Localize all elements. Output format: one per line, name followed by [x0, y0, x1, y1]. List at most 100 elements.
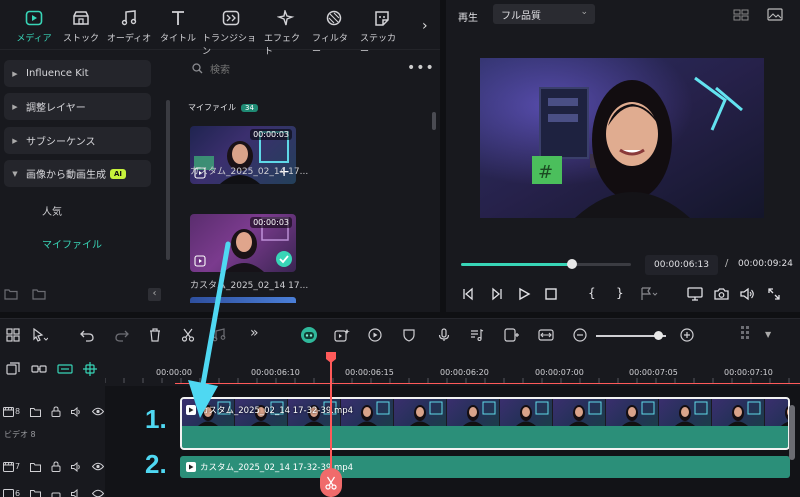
- clip-frame-thumbnail: [765, 399, 788, 426]
- video-track-icon: 8: [3, 406, 21, 417]
- audio-list-icon[interactable]: [470, 328, 484, 342]
- more-view-options-icon[interactable]: [740, 325, 754, 343]
- eye-icon[interactable]: [92, 462, 105, 471]
- more-options-button[interactable]: •••: [407, 60, 435, 76]
- stop-icon[interactable]: [544, 287, 558, 301]
- zoom-out-icon[interactable]: [573, 328, 587, 342]
- track-number: 8: [15, 407, 21, 416]
- folder-icon[interactable]: [30, 407, 42, 417]
- undo-icon[interactable]: [80, 328, 94, 342]
- mark-in-button[interactable]: {: [588, 286, 596, 300]
- lock-icon[interactable]: [51, 488, 61, 497]
- link-clips-icon[interactable]: [31, 362, 47, 376]
- category-adjustment-layer[interactable]: ▶ 調整レイヤー: [4, 93, 151, 120]
- search-input[interactable]: [210, 62, 390, 78]
- tab-media[interactable]: メディア: [14, 6, 54, 48]
- tab-transition[interactable]: トランジション: [202, 6, 260, 57]
- eye-icon[interactable]: [92, 489, 105, 497]
- search-icon: [192, 63, 203, 74]
- collapse-sidebar-button[interactable]: ‹: [148, 288, 161, 301]
- section-title: マイファイル: [188, 103, 236, 112]
- delete-icon[interactable]: [148, 328, 162, 342]
- mark-out-button[interactable]: }: [616, 286, 624, 300]
- display-settings-icon[interactable]: [687, 287, 703, 301]
- redo-icon[interactable]: [115, 328, 129, 342]
- lock-icon[interactable]: [51, 461, 61, 472]
- marker-icon[interactable]: [640, 287, 658, 301]
- ruler-label: 00:00:06:10: [251, 368, 300, 377]
- layout-icon[interactable]: [6, 328, 20, 342]
- lock-icon[interactable]: [51, 406, 61, 417]
- video-frame-image: #: [480, 58, 764, 218]
- add-track-icon[interactable]: [6, 362, 20, 376]
- image-snapshot-icon[interactable]: [767, 8, 783, 21]
- ruler-label: 00:00:07:10: [724, 368, 773, 377]
- fullscreen-icon[interactable]: [767, 287, 781, 301]
- microphone-icon[interactable]: [437, 328, 451, 342]
- player-label: 再生: [458, 13, 478, 24]
- speaker-icon[interactable]: [71, 488, 82, 497]
- snap-magnet-icon[interactable]: [82, 361, 98, 377]
- playhead-handle[interactable]: [325, 351, 337, 364]
- ai-assistant-icon[interactable]: [300, 326, 318, 344]
- subitem-my-files[interactable]: マイファイル: [42, 236, 102, 251]
- new-folder-icon[interactable]: [4, 288, 18, 300]
- tab-audio[interactable]: オーディオ: [106, 6, 152, 48]
- caret-down-icon[interactable]: ▼: [765, 330, 771, 339]
- ruler-label: 00:00:07:00: [535, 368, 584, 377]
- speaker-icon[interactable]: [71, 406, 82, 417]
- sidebar-scrollbar[interactable]: [166, 100, 170, 260]
- scissors-icon: [325, 476, 337, 490]
- effect-sparkle-icon: [277, 6, 295, 31]
- zoom-in-icon[interactable]: [680, 328, 694, 342]
- previous-frame-icon[interactable]: [462, 287, 476, 301]
- camera-snapshot-icon[interactable]: [714, 287, 729, 301]
- tab-title[interactable]: タイトル: [158, 6, 198, 48]
- scene-ai-icon[interactable]: [334, 328, 350, 342]
- quality-dropdown[interactable]: フル品質 ⌄: [493, 4, 595, 24]
- track-name: ビデオ 8: [4, 430, 36, 439]
- media-replace-icon[interactable]: [504, 328, 520, 342]
- timeline-vertical-scrollbar[interactable]: [789, 405, 795, 460]
- duration-label: 00:00:03: [250, 129, 292, 140]
- video-clip[interactable]: カスタム_2025_02_14 17-32-39.mp4: [180, 456, 790, 478]
- current-time-display[interactable]: 00:00:06:13: [645, 255, 718, 275]
- subitem-popular[interactable]: 人気: [42, 203, 62, 218]
- category-influence-kit[interactable]: ▶ Influence Kit: [4, 60, 151, 87]
- category-label: 調整レイヤー: [26, 103, 86, 114]
- tutorial-arrow-annotation: [180, 240, 240, 420]
- playhead-split-button[interactable]: [320, 468, 342, 497]
- tab-sticker[interactable]: ステッカー: [360, 6, 404, 57]
- next-frame-icon[interactable]: [489, 287, 503, 301]
- play-icon[interactable]: [517, 287, 531, 301]
- caption-track-icon[interactable]: [57, 362, 73, 376]
- folder-icon[interactable]: [30, 489, 42, 497]
- stock-icon: [72, 6, 90, 31]
- eye-icon[interactable]: [92, 407, 105, 416]
- speed-ramp-icon[interactable]: [368, 328, 382, 342]
- fit-width-icon[interactable]: [538, 328, 554, 342]
- track-header-6: 6: [0, 488, 105, 497]
- shield-icon[interactable]: [402, 328, 416, 342]
- media-scrollbar[interactable]: [432, 112, 436, 130]
- media-icon: [25, 6, 43, 31]
- folder-icon[interactable]: [30, 462, 42, 472]
- category-image-to-video[interactable]: ▼ 画像から動画生成 AI: [4, 160, 151, 187]
- select-tool-icon[interactable]: [32, 328, 48, 342]
- video-preview[interactable]: #: [480, 58, 764, 218]
- video-clip-selected[interactable]: カスタム_2025_02_14 17-32-39.mp4: [180, 397, 790, 450]
- tab-scroll-right-button[interactable]: ›: [422, 18, 428, 34]
- grid-view-icon[interactable]: [733, 9, 749, 21]
- more-tools-icon[interactable]: »: [250, 325, 259, 341]
- category-subsequence[interactable]: ▶ サブシーケンス: [4, 127, 151, 154]
- tab-filter[interactable]: フィルター: [312, 6, 356, 57]
- folder-icon[interactable]: [32, 288, 46, 300]
- svg-text:#: #: [538, 162, 553, 183]
- volume-icon[interactable]: [740, 287, 755, 301]
- playback-scrubber-handle[interactable]: [566, 259, 577, 269]
- tab-stock[interactable]: ストック: [62, 6, 100, 48]
- speaker-icon[interactable]: [71, 461, 82, 472]
- track-number: 7: [15, 462, 21, 471]
- zoom-slider-handle[interactable]: [654, 331, 663, 340]
- tab-effect[interactable]: エフェクト: [264, 6, 308, 57]
